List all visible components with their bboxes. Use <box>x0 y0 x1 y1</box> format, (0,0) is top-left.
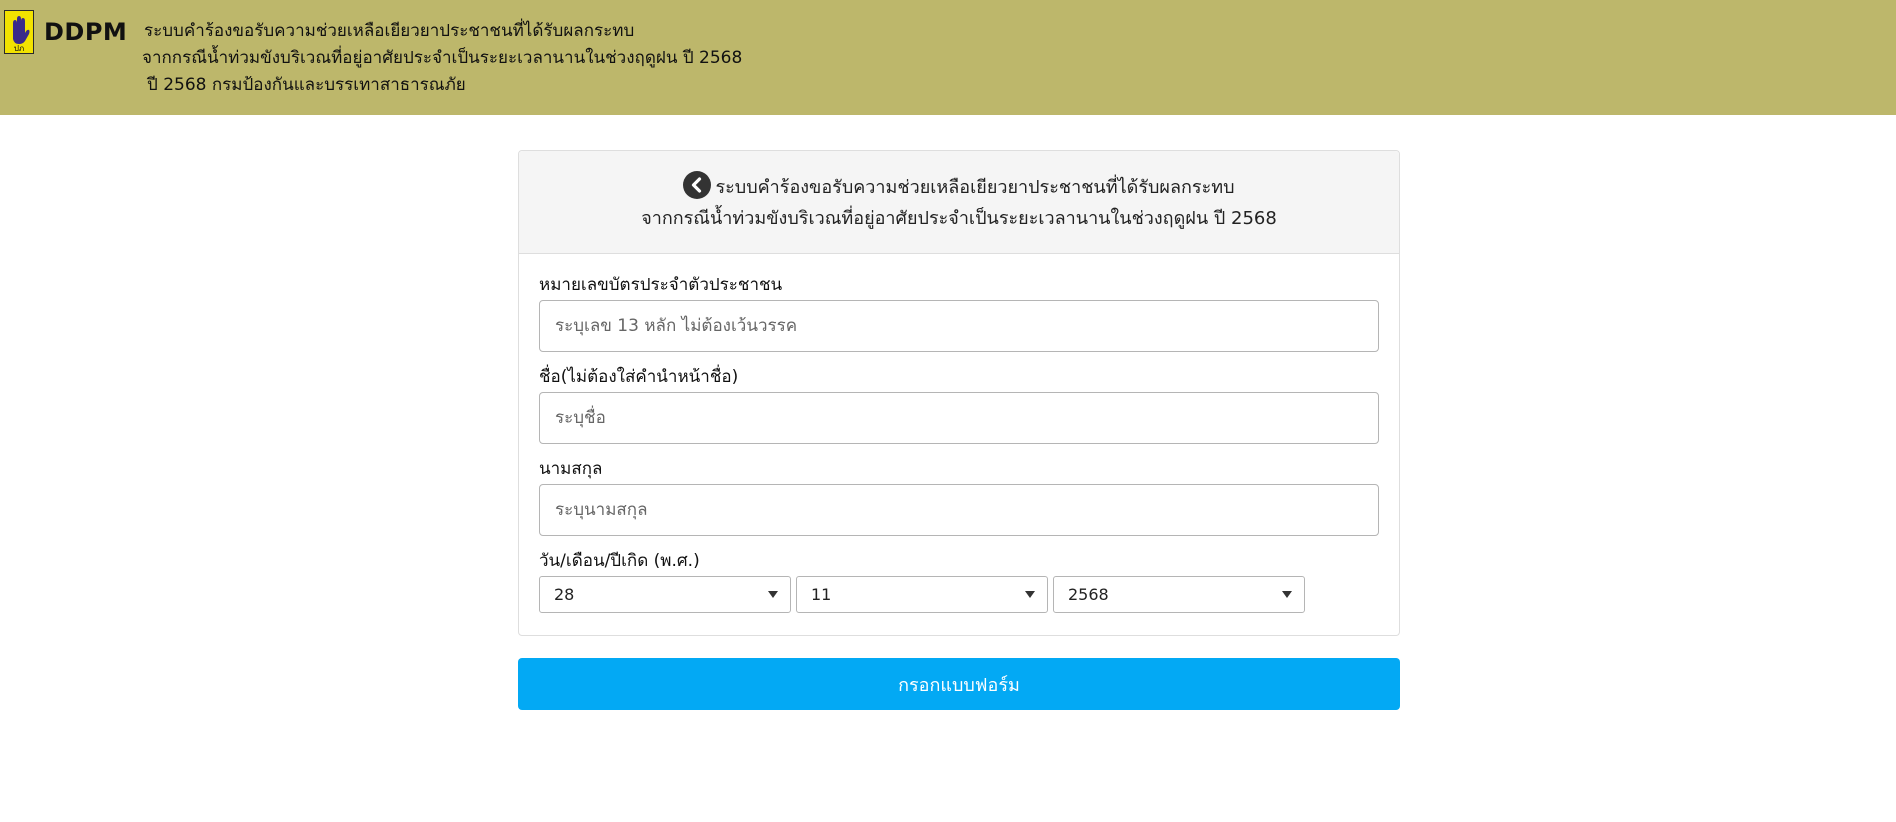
dob-day-value: 28 <box>554 585 575 604</box>
header-line-2: จากกรณีน้ำท่วมขังบริเวณที่อยู่อาศัยประจำ… <box>142 48 743 68</box>
surname-input[interactable] <box>539 484 1379 536</box>
dob-year-value: 2568 <box>1068 585 1109 604</box>
chevron-down-icon <box>768 591 778 598</box>
fill-form-button[interactable]: กรอกแบบฟอร์ม <box>518 658 1400 710</box>
id-number-label: หมายเลขบัตรประจำตัวประชาชน <box>539 275 783 295</box>
dob-selects: 28 11 2568 <box>539 576 1379 613</box>
dob-month-value: 11 <box>811 585 832 604</box>
card-body: หมายเลขบัตรประจำตัวประชาชน ชื่อ(ไม่ต้องใ… <box>519 254 1399 613</box>
card-title-line-1: ระบบคำร้องขอรับความช่วยเหลือเยียวยาประชา… <box>519 171 1399 203</box>
back-chevron-icon[interactable] <box>683 171 712 199</box>
ddpm-logo: ปภ <box>4 10 34 54</box>
svg-text:ปภ: ปภ <box>14 44 24 53</box>
card-title-text-1: ระบบคำร้องขอรับความช่วยเหลือเยียวยาประชา… <box>715 177 1235 198</box>
top-header: ปภ DDPM ระบบคำร้องขอรับความช่วยเหลือเยีย… <box>0 0 1896 115</box>
header-line-1: ระบบคำร้องขอรับความช่วยเหลือเยียวยาประชา… <box>144 21 635 41</box>
dob-day-select[interactable]: 28 <box>539 576 791 613</box>
first-name-input[interactable] <box>539 392 1379 444</box>
id-number-input[interactable] <box>539 300 1379 352</box>
header-line-3: ปี 2568 กรมป้องกันและบรรเทาสาธารณภัย <box>147 75 466 95</box>
first-name-label: ชื่อ(ไม่ต้องใส่คำนำหน้าชื่อ) <box>539 367 739 387</box>
brand-name: DDPM <box>44 18 128 46</box>
dob-label: วัน/เดือน/ปีเกิด (พ.ศ.) <box>539 551 700 571</box>
chevron-down-icon <box>1025 591 1035 598</box>
card-title-line-2: จากกรณีน้ำท่วมขังบริเวณที่อยู่อาศัยประจำ… <box>641 208 1277 229</box>
form-card: ระบบคำร้องขอรับความช่วยเหลือเยียวยาประชา… <box>518 150 1400 636</box>
chevron-down-icon <box>1282 591 1292 598</box>
dob-month-select[interactable]: 11 <box>796 576 1048 613</box>
header-title: ระบบคำร้องขอรับความช่วยเหลือเยียวยาประชา… <box>142 18 743 99</box>
dob-year-select[interactable]: 2568 <box>1053 576 1305 613</box>
card-header: ระบบคำร้องขอรับความช่วยเหลือเยียวยาประชา… <box>519 151 1399 254</box>
surname-label: นามสกุล <box>539 459 603 479</box>
